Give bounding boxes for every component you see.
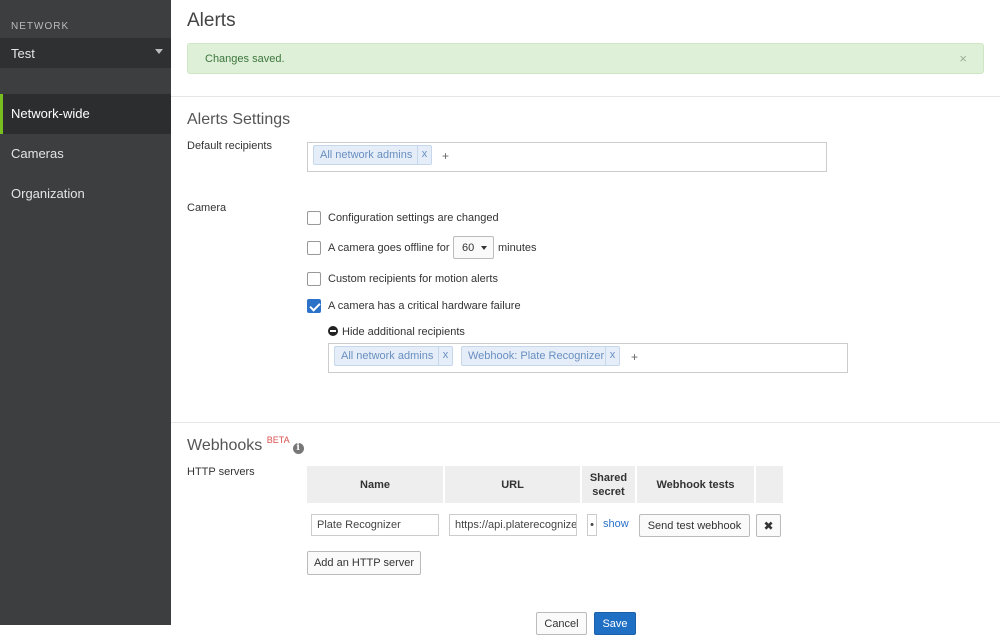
recipient-tag: All network admins x xyxy=(334,346,453,366)
additional-recipients-input[interactable]: All network admins x Webhook: Plate Reco… xyxy=(328,343,848,373)
minutes-label: minutes xyxy=(498,242,537,254)
shared-secret-input[interactable]: • xyxy=(587,514,597,536)
column-header-url: URL xyxy=(445,466,580,503)
hide-additional-recipients-toggle[interactable]: Hide additional recipients xyxy=(328,326,465,338)
hide-additional-label: Hide additional recipients xyxy=(342,326,465,338)
default-recipients-label: Default recipients xyxy=(187,140,272,152)
sidebar-item-network-wide[interactable]: Network-wide xyxy=(0,94,171,134)
add-recipient-icon[interactable]: + xyxy=(631,350,638,364)
divider xyxy=(171,422,1000,423)
default-recipients-input[interactable]: All network admins x + xyxy=(307,142,827,172)
webhook-url-input[interactable]: https://api.platerecognizer.com xyxy=(449,514,577,536)
remove-tag-icon[interactable]: x xyxy=(438,347,452,365)
recipient-tag: All network admins x xyxy=(313,145,432,165)
caret-down-icon xyxy=(481,246,487,250)
caret-down-icon xyxy=(155,49,163,54)
page-title: Alerts xyxy=(187,10,236,31)
column-header-webhook-tests: Webhook tests xyxy=(637,466,754,503)
checkbox[interactable] xyxy=(307,241,321,255)
sidebar: NETWORK Test Network-wide Cameras Organi… xyxy=(0,0,171,625)
network-select-value: Test xyxy=(11,46,35,61)
column-header-actions xyxy=(756,466,783,503)
column-header-name: Name xyxy=(307,466,443,503)
save-button[interactable]: Save xyxy=(594,612,636,635)
checkbox[interactable] xyxy=(307,211,321,225)
send-test-webhook-button[interactable]: Send test webhook xyxy=(639,514,750,537)
option-label: Configuration settings are changed xyxy=(328,212,499,224)
minus-circle-icon xyxy=(328,326,338,336)
remove-tag-icon[interactable]: x xyxy=(417,146,431,164)
main-content: Alerts Changes saved. × Alerts Settings … xyxy=(171,0,1000,635)
show-secret-link[interactable]: show xyxy=(603,518,629,530)
recipient-tag-label: All network admins xyxy=(320,149,413,161)
webhooks-title: Webhooks BETAi xyxy=(187,435,304,455)
option-label: A camera goes offline for xyxy=(328,242,450,254)
column-header-shared-secret: Shared secret xyxy=(582,466,635,503)
recipient-tag-label: All network admins xyxy=(341,350,434,362)
offline-minutes-value: 60 xyxy=(462,242,475,254)
alerts-settings-title: Alerts Settings xyxy=(187,111,291,128)
cancel-button[interactable]: Cancel xyxy=(536,612,587,635)
remove-webhook-icon[interactable]: ✖ xyxy=(756,514,781,537)
webhook-name-input[interactable]: Plate Recognizer xyxy=(311,514,439,536)
option-label: Custom recipients for motion alerts xyxy=(328,273,498,285)
webhooks-title-text: Webhooks xyxy=(187,437,263,454)
network-select[interactable]: Test xyxy=(0,38,171,68)
network-label: NETWORK xyxy=(11,21,70,32)
success-message: Changes saved. xyxy=(205,53,285,65)
recipient-tag: Webhook: Plate Recognizer x xyxy=(461,346,620,366)
add-http-server-button[interactable]: Add an HTTP server xyxy=(307,551,421,575)
info-icon[interactable]: i xyxy=(292,443,304,454)
http-servers-label: HTTP servers xyxy=(187,466,255,478)
close-icon[interactable]: × xyxy=(959,51,967,66)
camera-label: Camera xyxy=(187,202,227,214)
offline-minutes-select[interactable]: 60 xyxy=(453,236,494,259)
remove-tag-icon[interactable]: x xyxy=(605,347,619,365)
divider xyxy=(171,96,1000,97)
checkbox-checked[interactable] xyxy=(307,299,321,313)
beta-badge: BETA xyxy=(266,435,290,445)
success-banner: Changes saved. × xyxy=(187,43,984,74)
recipient-tag-label: Webhook: Plate Recognizer xyxy=(468,350,605,362)
checkbox[interactable] xyxy=(307,272,321,286)
sidebar-item-organization[interactable]: Organization xyxy=(0,174,171,214)
option-label: A camera has a critical hardware failure xyxy=(328,300,521,312)
add-recipient-icon[interactable]: + xyxy=(442,149,449,163)
sidebar-item-cameras[interactable]: Cameras xyxy=(0,134,171,174)
